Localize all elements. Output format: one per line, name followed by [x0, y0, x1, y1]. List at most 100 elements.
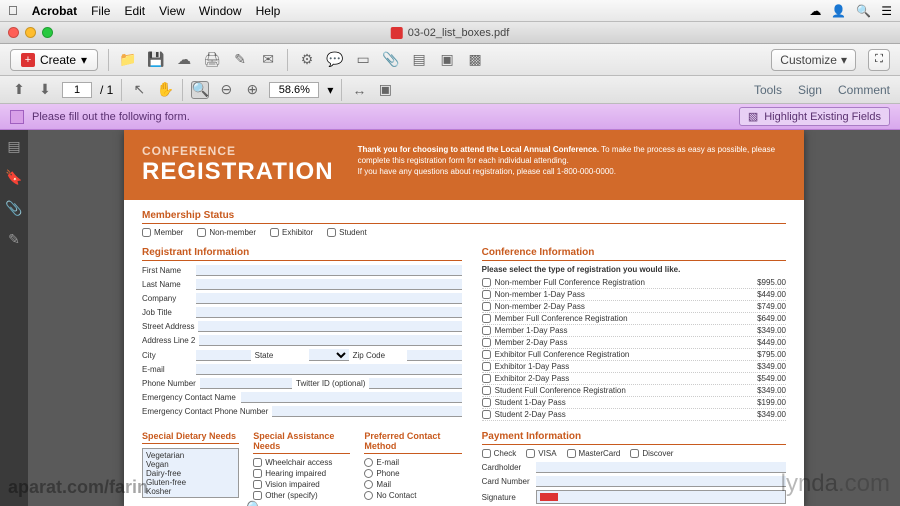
radio-contact[interactable]: Phone	[364, 469, 461, 478]
attach-icon[interactable]: 📎	[382, 51, 400, 69]
marquee-zoom-tool[interactable]: 🔍	[191, 81, 209, 99]
input-signature[interactable]	[536, 490, 786, 504]
cloud-upload-icon[interactable]: ☁	[175, 51, 193, 69]
tools-panel-button[interactable]: Tools	[754, 83, 782, 97]
input-city[interactable]	[196, 350, 251, 361]
tool-icon-c[interactable]: ▩	[466, 51, 484, 69]
input-company[interactable]	[196, 293, 462, 304]
user-icon[interactable]: 👤	[831, 4, 846, 18]
search-icon[interactable]: 🔍	[856, 4, 871, 18]
app-name[interactable]: Acrobat	[32, 4, 77, 18]
conf-option[interactable]: Non-member 1-Day Pass$449.00	[482, 289, 786, 301]
bookmarks-icon[interactable]: 🔖	[5, 169, 22, 186]
radio-contact[interactable]: No Contact	[364, 491, 461, 500]
list-item[interactable]: Dairy-free	[145, 469, 236, 478]
menu-edit[interactable]: Edit	[124, 4, 145, 18]
input-ecname[interactable]	[241, 392, 462, 403]
input-first[interactable]	[196, 265, 462, 276]
chk-assist[interactable]: Wheelchair access	[253, 458, 350, 467]
input-addr2[interactable]	[199, 335, 461, 346]
attachments-icon[interactable]: 📎	[5, 200, 22, 217]
print-icon[interactable]: 🖨	[203, 51, 221, 69]
mail-icon[interactable]: ✉	[259, 51, 277, 69]
highlight-fields-button[interactable]: ▧ Highlight Existing Fields	[739, 107, 890, 126]
sign-panel-button[interactable]: Sign	[798, 83, 822, 97]
comment-icon[interactable]: 💬	[326, 51, 344, 69]
chevron-down-icon[interactable]: ▾	[327, 83, 333, 97]
tool-icon-b[interactable]: ▣	[438, 51, 456, 69]
menu-file[interactable]: File	[91, 4, 110, 18]
chk-payment[interactable]: Check	[482, 449, 517, 458]
input-last[interactable]	[196, 279, 462, 290]
prev-page-button[interactable]: ⬆	[10, 81, 28, 99]
zoom-input[interactable]	[269, 82, 319, 98]
menu-icon[interactable]: ☰	[881, 4, 892, 18]
create-button[interactable]: + Create ▾	[10, 49, 98, 71]
conf-option[interactable]: Exhibitor 1-Day Pass$349.00	[482, 361, 786, 373]
list-item[interactable]: Kosher	[145, 487, 236, 496]
comment-panel-button[interactable]: Comment	[838, 83, 890, 97]
radio-contact[interactable]: E-mail	[364, 458, 461, 467]
conf-option[interactable]: Member 2-Day Pass$449.00	[482, 337, 786, 349]
chk-member[interactable]: Member	[142, 228, 183, 237]
list-item[interactable]: Vegan	[145, 460, 236, 469]
fit-width-button[interactable]: ↔	[350, 81, 368, 99]
conf-option[interactable]: Exhibitor Full Conference Registration$7…	[482, 349, 786, 361]
edit-icon[interactable]: ✎	[231, 51, 249, 69]
input-job[interactable]	[196, 307, 462, 318]
chk-payment[interactable]: VISA	[526, 449, 556, 458]
customize-button[interactable]: Customize ▾	[771, 49, 856, 71]
apple-icon[interactable]: 	[8, 3, 18, 18]
conf-option[interactable]: Member 1-Day Pass$349.00	[482, 325, 786, 337]
document-viewer[interactable]: 🔍 CONFERENCE REGISTRATION Thank you for …	[28, 130, 900, 506]
radio-contact[interactable]: Mail	[364, 480, 461, 489]
input-cardholder[interactable]	[536, 462, 786, 473]
chk-exhibitor[interactable]: Exhibitor	[270, 228, 313, 237]
gear-icon[interactable]: ⚙	[298, 51, 316, 69]
close-window-button[interactable]	[8, 27, 19, 38]
minimize-window-button[interactable]	[25, 27, 36, 38]
chk-assist[interactable]: Other (specify)	[253, 491, 350, 500]
cloud-icon[interactable]: ☁	[809, 4, 821, 18]
zoom-out-button[interactable]: ⊖	[217, 81, 235, 99]
chk-nonmember[interactable]: Non-member	[197, 228, 256, 237]
conf-option[interactable]: Non-member 2-Day Pass$749.00	[482, 301, 786, 313]
menu-window[interactable]: Window	[199, 4, 242, 18]
list-item[interactable]: Vegetarian	[145, 451, 236, 460]
select-tool[interactable]: ↖	[130, 81, 148, 99]
input-ecphone[interactable]	[272, 406, 461, 417]
next-page-button[interactable]: ⬇	[36, 81, 54, 99]
signatures-icon[interactable]: ✎	[8, 231, 20, 248]
page-number-input[interactable]	[62, 82, 92, 98]
zoom-window-button[interactable]	[42, 27, 53, 38]
input-email[interactable]	[196, 364, 462, 375]
conf-option[interactable]: Student 2-Day Pass$349.00	[482, 409, 786, 421]
tool-icon-a[interactable]: ▤	[410, 51, 428, 69]
chk-assist[interactable]: Vision impaired	[253, 480, 350, 489]
open-icon[interactable]: 📁	[119, 51, 137, 69]
input-phone[interactable]	[200, 378, 292, 389]
save-icon[interactable]: 💾	[147, 51, 165, 69]
input-twitter[interactable]	[369, 378, 461, 389]
hand-tool[interactable]: ✋	[156, 81, 174, 99]
menu-help[interactable]: Help	[256, 4, 281, 18]
chk-assist[interactable]: Hearing impaired	[253, 469, 350, 478]
chk-payment[interactable]: MasterCard	[567, 449, 621, 458]
list-item[interactable]: Gluten-free	[145, 478, 236, 487]
stamp-icon[interactable]: ▭	[354, 51, 372, 69]
chk-student[interactable]: Student	[327, 228, 367, 237]
menu-view[interactable]: View	[159, 4, 185, 18]
diet-listbox[interactable]: VegetarianVeganDairy-freeGluten-freeKosh…	[142, 448, 239, 498]
conf-option[interactable]: Student Full Conference Registration$349…	[482, 385, 786, 397]
zoom-in-button[interactable]: ⊕	[243, 81, 261, 99]
conf-option[interactable]: Non-member Full Conference Registration$…	[482, 277, 786, 289]
input-street[interactable]	[198, 321, 461, 332]
conf-option[interactable]: Member Full Conference Registration$649.…	[482, 313, 786, 325]
fullscreen-button[interactable]: ⛶	[868, 49, 890, 71]
fit-page-button[interactable]: ▣	[376, 81, 394, 99]
input-cardnum[interactable]	[536, 476, 786, 487]
conf-option[interactable]: Student 1-Day Pass$199.00	[482, 397, 786, 409]
input-zip[interactable]	[407, 350, 462, 361]
thumbnails-icon[interactable]: ▤	[7, 138, 20, 155]
chk-payment[interactable]: Discover	[630, 449, 673, 458]
